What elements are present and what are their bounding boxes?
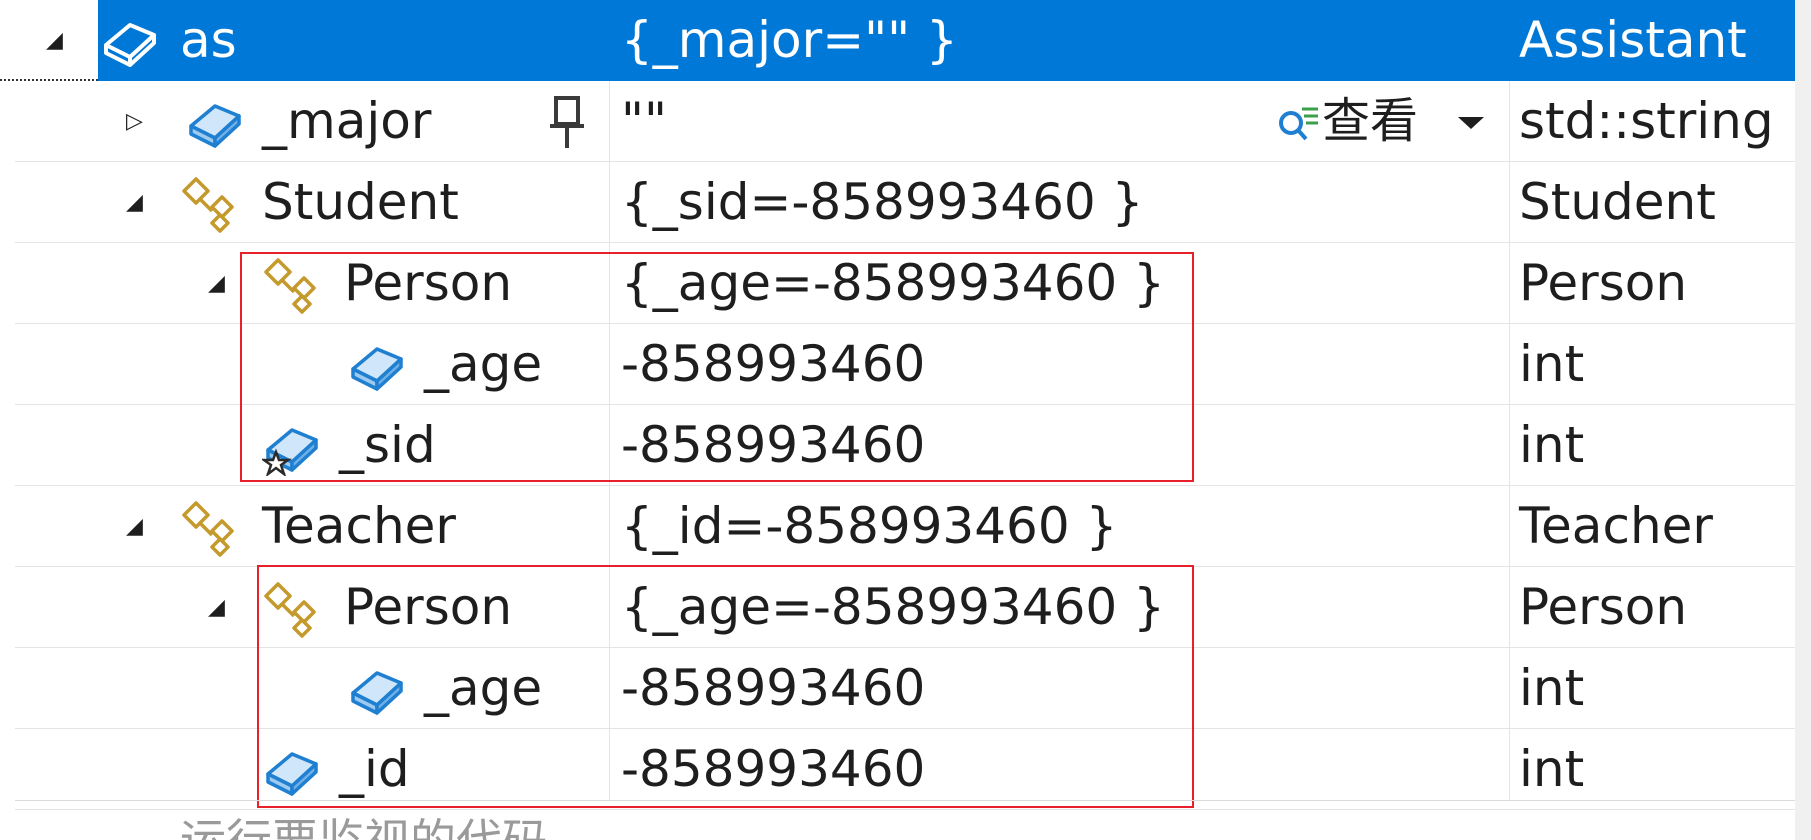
variable-type: std::string <box>1519 92 1774 150</box>
watch-row-student[interactable]: ◢ Student {_sid=-858993460 } Student <box>0 162 1811 243</box>
variable-value[interactable]: {_major="" } <box>621 0 958 81</box>
variable-name: Teacher <box>262 497 456 555</box>
highlight-box-student-person <box>240 252 1194 482</box>
pin-icon[interactable] <box>547 94 587 150</box>
variable-name: _major <box>262 92 432 150</box>
variable-name: as <box>180 11 237 69</box>
watch-row-as[interactable]: ◢ as {_major="" } Assistant <box>0 0 1811 81</box>
collapse-toggle[interactable]: ◢ <box>126 162 143 243</box>
variable-type: Person <box>1519 578 1688 636</box>
collapse-toggle[interactable]: ◢ <box>208 243 225 324</box>
variable-type: Assistant <box>1519 11 1747 69</box>
variable-value[interactable]: {_sid=-858993460 } <box>621 162 1143 243</box>
variable-value[interactable]: {_id=-858993460 } <box>621 486 1117 567</box>
collapse-toggle[interactable]: ◢ <box>46 0 63 81</box>
row-separator <box>15 800 1811 801</box>
variable-type: int <box>1519 416 1585 474</box>
add-watch-hint[interactable]: 运行要监视的代码 <box>180 806 548 840</box>
base-class-icon <box>182 177 234 233</box>
expand-toggle[interactable]: ▷ <box>126 81 143 162</box>
collapse-toggle[interactable]: ◢ <box>208 567 225 648</box>
variable-type: int <box>1519 740 1585 798</box>
variable-value[interactable]: "" <box>621 81 667 162</box>
variable-name: Student <box>262 173 459 231</box>
chevron-down-icon[interactable] <box>1456 115 1486 131</box>
field-icon <box>189 104 241 148</box>
variable-type: int <box>1519 659 1585 717</box>
variable-type: Teacher <box>1519 497 1713 555</box>
watch-row-teacher[interactable]: ◢ Teacher {_id=-858993460 } Teacher <box>0 486 1811 567</box>
collapse-toggle[interactable]: ◢ <box>126 486 143 567</box>
highlight-box-teacher-person <box>257 565 1194 808</box>
variable-type: Student <box>1519 173 1716 231</box>
variable-type: Person <box>1519 254 1688 312</box>
watch-view-button[interactable]: 查看 <box>1322 81 1418 162</box>
field-icon <box>104 23 156 67</box>
magnifier-icon[interactable] <box>1276 101 1320 145</box>
base-class-icon <box>182 501 234 557</box>
variable-type: int <box>1519 335 1585 393</box>
vertical-scrollbar[interactable] <box>1795 0 1811 840</box>
watch-row-major[interactable]: ▷ _major "" 查看 std::string <box>0 81 1811 162</box>
